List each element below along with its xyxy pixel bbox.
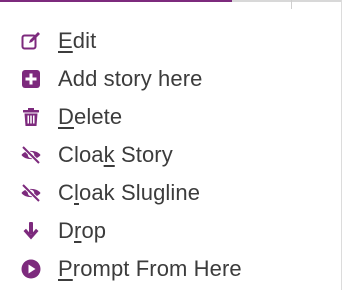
arrow-down-icon: [20, 220, 42, 242]
menu-item-delete[interactable]: Delete: [0, 98, 341, 136]
context-menu: Edit Add story here Delete Cloak Story C…: [0, 22, 341, 288]
plus-square-icon: [20, 68, 42, 90]
edit-icon: [20, 30, 42, 52]
menu-item-label: Add story here: [58, 66, 203, 91]
menu-item-label: Cloak Slugline: [58, 180, 201, 205]
menu-item-edit[interactable]: Edit: [0, 22, 341, 60]
menu-item-drop[interactable]: Drop: [0, 212, 341, 250]
play-circle-icon: [20, 258, 42, 280]
menu-item-prompt-from-here[interactable]: Prompt From Here: [0, 250, 341, 288]
menu-item-label: Delete: [58, 104, 123, 129]
menu-right-border: [341, 0, 342, 290]
menu-item-cloak-story[interactable]: Cloak Story: [0, 136, 341, 174]
menu-item-label: Prompt From Here: [58, 256, 242, 281]
accent-line: [0, 0, 232, 2]
divider-tick: [291, 0, 292, 9]
eye-slash-icon: [20, 182, 42, 204]
menu-item-label: Drop: [58, 218, 107, 243]
trash-icon: [20, 106, 42, 128]
eye-slash-icon: [20, 144, 42, 166]
menu-top-edge: [0, 0, 350, 10]
menu-item-label: Cloak Story: [58, 142, 173, 167]
menu-item-label: Edit: [58, 28, 97, 53]
divider-line: [232, 0, 342, 2]
menu-item-cloak-slugline[interactable]: Cloak Slugline: [0, 174, 341, 212]
menu-item-add-story-here[interactable]: Add story here: [0, 60, 341, 98]
